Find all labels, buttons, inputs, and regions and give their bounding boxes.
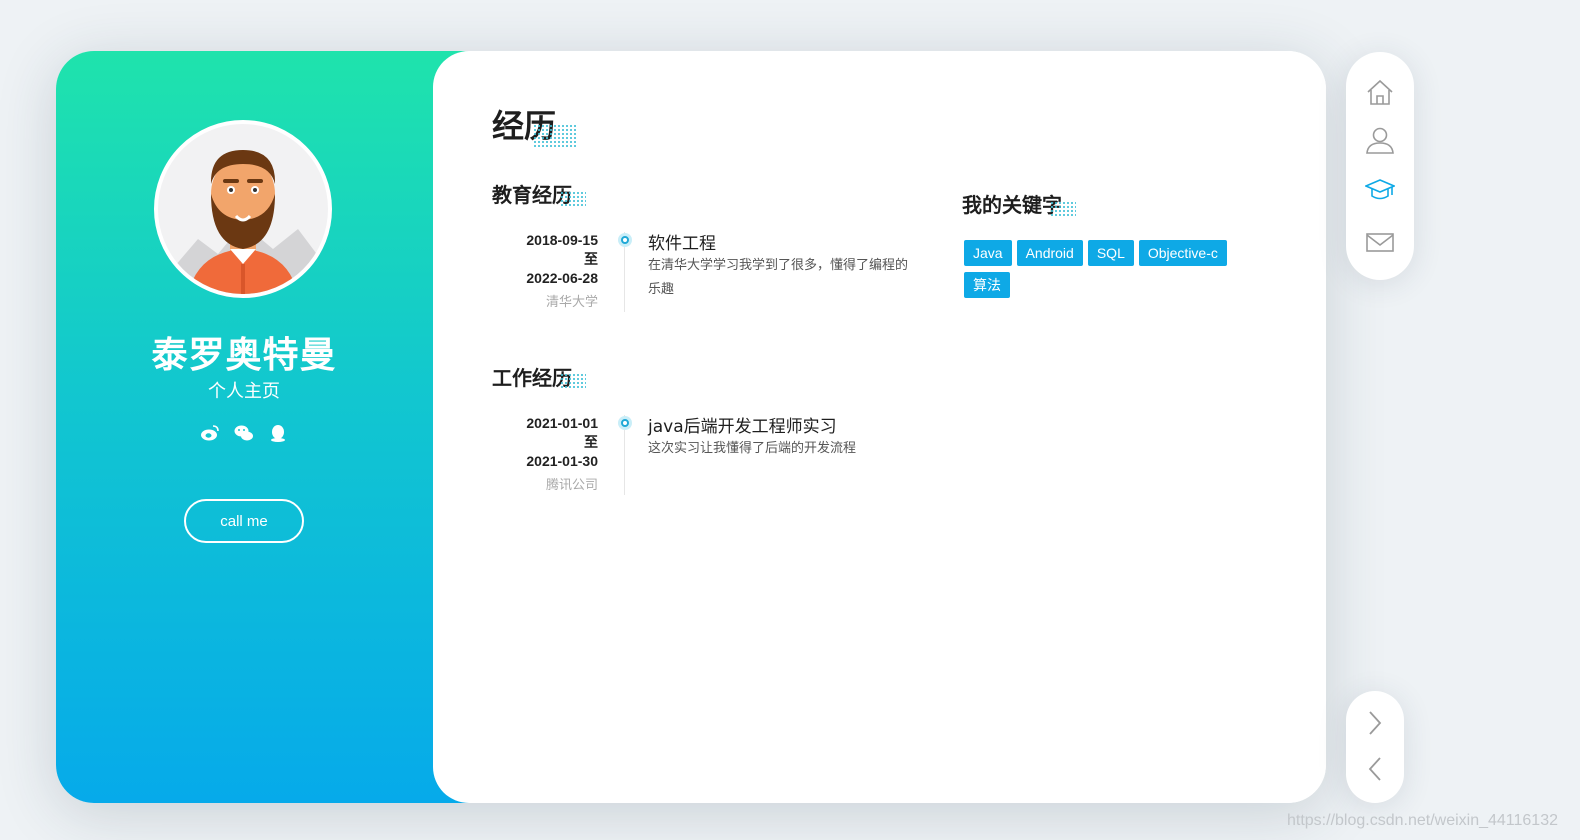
profile-name: 泰罗奥特曼: [151, 335, 337, 376]
education-date-sep: 至: [584, 251, 598, 267]
keyword-tags: Java Android SQL Objective-c 算法: [964, 240, 1254, 298]
qq-icon[interactable]: [268, 423, 288, 443]
work-dots-decoration: [560, 373, 586, 389]
work-description: 这次实习让我懂得了后端的开发流程: [648, 441, 857, 456]
education-date: 2018-09-15 至 2022-06-28: [488, 231, 598, 288]
user-icon[interactable]: [1365, 125, 1395, 155]
main-content: 经历 教育经历 2018-09-15 至 2022-06-28 清华大学 软件工…: [433, 51, 1326, 803]
profile-panel: 泰罗奥特曼 个人主页 call me: [56, 51, 476, 803]
chevron-right-icon[interactable]: [1365, 709, 1385, 737]
education-timeline-dot: [618, 233, 632, 247]
education-dots-decoration: [560, 191, 586, 207]
work-date-sep: 至: [584, 434, 598, 450]
title-dots-decoration: [533, 124, 577, 148]
keywords-heading: 我的关键字: [962, 193, 1062, 217]
home-icon[interactable]: [1365, 77, 1395, 107]
side-nav: [1346, 52, 1414, 280]
keyword-tag[interactable]: SQL: [1087, 240, 1134, 266]
pager: [1346, 691, 1404, 803]
work-date-start: 2021-01-01: [526, 415, 598, 431]
mail-icon[interactable]: [1365, 227, 1395, 257]
wechat-icon[interactable]: [234, 423, 254, 443]
resume-card: 泰罗奥特曼 个人主页 call me 经历 教育经历 2018-09-15 至 …: [56, 51, 1326, 803]
keyword-tag[interactable]: Objective-c: [1138, 240, 1227, 266]
watermark: https://blog.csdn.net/weixin_44116132: [1286, 812, 1558, 829]
keyword-tag[interactable]: 算法: [964, 272, 1010, 298]
education-date-start: 2018-09-15: [526, 232, 598, 248]
education-place: 清华大学: [545, 295, 598, 310]
work-title: java后端开发工程师实习: [648, 417, 837, 437]
work-date: 2021-01-01 至 2021-01-30: [488, 414, 598, 471]
keywords-dots-decoration: [1050, 201, 1076, 217]
call-me-button[interactable]: call me: [184, 499, 304, 543]
weibo-icon[interactable]: [200, 423, 220, 443]
education-title: 软件工程: [648, 234, 716, 254]
work-timeline-dot: [618, 416, 632, 430]
profile-subtitle: 个人主页: [208, 381, 280, 402]
work-date-end: 2021-01-30: [526, 453, 598, 469]
social-links: [56, 423, 432, 443]
avatar: [154, 120, 332, 298]
chevron-left-icon[interactable]: [1365, 755, 1385, 783]
keyword-tag[interactable]: Java: [964, 240, 1012, 266]
education-date-end: 2022-06-28: [526, 270, 598, 286]
work-place: 腾讯公司: [545, 478, 598, 493]
keyword-tag[interactable]: Android: [1016, 240, 1083, 266]
graduation-cap-icon[interactable]: [1365, 175, 1395, 205]
education-description: 在清华大学学习我学到了很多，懂得了编程的乐趣: [648, 258, 909, 297]
